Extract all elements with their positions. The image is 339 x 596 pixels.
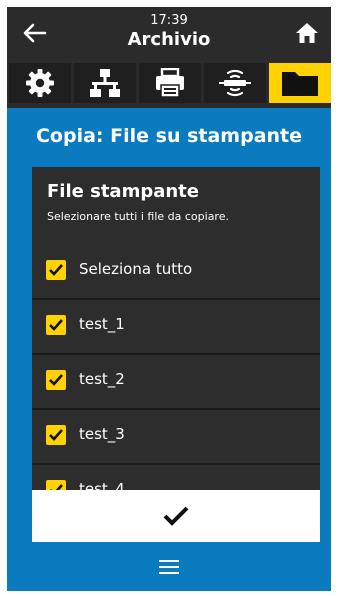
top-bar: 17:39 Archivio bbox=[7, 7, 331, 59]
panel-title: File stampante bbox=[47, 181, 199, 202]
section-header: Copia: File su stampante bbox=[35, 125, 303, 147]
tab-rfid[interactable] bbox=[204, 63, 266, 103]
checkbox-checked-icon[interactable] bbox=[46, 315, 66, 335]
menu-button[interactable] bbox=[7, 560, 331, 574]
list-item[interactable]: test_3 bbox=[32, 408, 320, 461]
list-item[interactable]: test_2 bbox=[32, 353, 320, 406]
tab-bar bbox=[7, 59, 331, 108]
panel-subtitle: Selezionare tutti i file da copiare. bbox=[47, 210, 229, 223]
network-icon bbox=[90, 69, 120, 97]
list-item[interactable]: test_1 bbox=[32, 298, 320, 351]
tab-storage[interactable] bbox=[269, 63, 331, 103]
page-title: Archivio bbox=[127, 29, 211, 50]
list-item-label: test_1 bbox=[79, 315, 125, 333]
list-item-label: test_2 bbox=[79, 370, 125, 388]
confirm-button[interactable] bbox=[32, 490, 320, 542]
list-item-label: test_4 bbox=[79, 480, 125, 490]
divider bbox=[32, 353, 320, 355]
tab-settings[interactable] bbox=[9, 63, 71, 103]
list-item-select-all[interactable]: Seleziona tutto bbox=[32, 243, 320, 296]
checkmark-icon bbox=[163, 506, 189, 526]
tab-network[interactable] bbox=[74, 63, 136, 103]
divider bbox=[32, 463, 320, 465]
file-list-panel: File stampante Selezionare tutti i file … bbox=[32, 167, 320, 490]
checkbox-checked-icon[interactable] bbox=[46, 370, 66, 390]
clock: 17:39 bbox=[150, 13, 188, 28]
printer-screen: 17:39 Archivio Copia: File su stampante … bbox=[7, 7, 331, 591]
hamburger-menu-icon bbox=[159, 560, 179, 574]
printer-icon bbox=[156, 68, 184, 98]
checkbox-checked-icon[interactable] bbox=[46, 480, 66, 490]
folder-icon bbox=[282, 72, 318, 96]
rfid-icon bbox=[219, 69, 251, 97]
list-item[interactable]: test_4 bbox=[32, 463, 320, 490]
gear-icon bbox=[26, 69, 54, 97]
home-icon[interactable] bbox=[295, 21, 319, 45]
list-item-label: test_3 bbox=[79, 425, 125, 443]
list-item-label: Seleziona tutto bbox=[79, 260, 193, 278]
divider bbox=[32, 298, 320, 300]
divider bbox=[32, 408, 320, 410]
tab-print[interactable] bbox=[139, 63, 201, 103]
checkbox-checked-icon[interactable] bbox=[46, 260, 66, 280]
checkbox-checked-icon[interactable] bbox=[46, 425, 66, 445]
